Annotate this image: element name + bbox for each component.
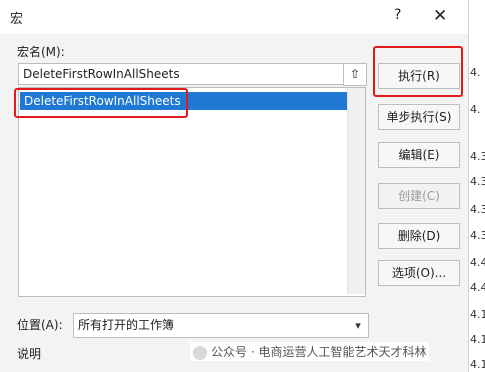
location-value: 所有打开的工作簿 bbox=[78, 318, 175, 332]
step-into-button[interactable]: 单步执行(S) bbox=[378, 104, 460, 130]
sheet-cell: 4.4 bbox=[470, 281, 485, 294]
listbox-scrollbar[interactable] bbox=[347, 88, 365, 294]
macro-name-input[interactable]: DeleteFirstRowInAllSheets bbox=[18, 63, 344, 85]
delete-button[interactable]: 删除(D) bbox=[378, 223, 460, 249]
sheet-cell: 4.4 bbox=[470, 256, 485, 269]
dialog-title: 宏 bbox=[10, 12, 24, 27]
watermark: 公众号 · 电商运营人工智能艺术天才科林 bbox=[190, 342, 430, 361]
sheet-cell: 4.3 bbox=[470, 150, 485, 163]
list-item[interactable]: DeleteFirstRowInAllSheets bbox=[20, 92, 354, 110]
watermark-text: 公众号 · 电商运营人工智能艺术天才科林 bbox=[211, 345, 427, 359]
sheet-cell: 4.3 bbox=[470, 203, 485, 216]
run-button[interactable]: 执行(R) bbox=[378, 63, 460, 89]
options-button[interactable]: 选项(O)... bbox=[378, 260, 460, 286]
create-button[interactable]: 创建(C) bbox=[378, 183, 460, 209]
sheet-cell: 4.1 bbox=[470, 358, 485, 371]
macro-listbox[interactable]: DeleteFirstRowInAllSheets bbox=[18, 87, 366, 297]
macro-name-label: 宏名(M): bbox=[17, 45, 65, 59]
location-label: 位置(A): bbox=[17, 318, 63, 332]
sheet-cell: 4. bbox=[470, 103, 481, 116]
chevron-down-icon: ▾ bbox=[355, 319, 361, 332]
upload-arrow-icon[interactable]: ⇧ bbox=[343, 63, 367, 86]
sheet-cell: 4. bbox=[470, 66, 481, 79]
description-label: 说明 bbox=[17, 347, 42, 361]
sheet-cell: 4.3 bbox=[470, 175, 485, 188]
close-icon[interactable]: ✕ bbox=[433, 6, 447, 26]
edit-button[interactable]: 编辑(E) bbox=[378, 142, 460, 168]
help-icon[interactable]: ? bbox=[394, 7, 401, 23]
wechat-icon bbox=[193, 345, 207, 360]
sheet-cell: 4.3 bbox=[470, 229, 485, 242]
title-bar: 宏 ? ✕ bbox=[0, 0, 468, 34]
location-select[interactable]: 所有打开的工作簿 ▾ bbox=[73, 313, 369, 338]
sheet-cell: 4.1 bbox=[470, 308, 485, 321]
sheet-cell: 4.1 bbox=[470, 333, 485, 346]
macro-dialog: 宏 ? ✕ 宏名(M): DeleteFirstRowInAllSheets ⇧… bbox=[0, 0, 469, 372]
